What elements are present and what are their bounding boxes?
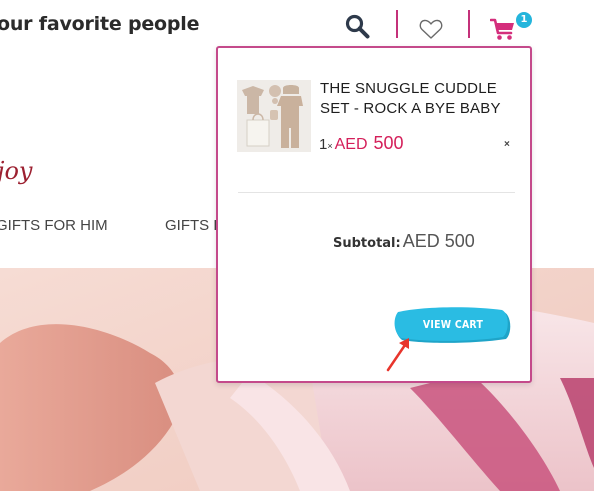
arrow-pointer-icon — [386, 338, 409, 372]
cart-button[interactable] — [489, 16, 518, 42]
cart-icon — [489, 18, 514, 40]
product-name-link[interactable]: THE SNUGGLE CUDDLE SET - ROCK A BYE BABY — [320, 79, 530, 119]
subtotal-row: Subtotal: AED 500 — [333, 231, 475, 252]
cart-count-badge: 1 — [516, 12, 532, 28]
subtotal-label: Subtotal: — [333, 236, 401, 251]
hero-script-text: joy — [0, 157, 33, 185]
wishlist-button[interactable] — [418, 17, 444, 41]
subtotal-value: AED 500 — [402, 231, 475, 251]
remove-item-button[interactable]: × — [504, 139, 510, 150]
search-icon — [345, 14, 370, 39]
heart-icon — [419, 19, 443, 39]
view-cart-label: VIEW CART — [422, 318, 484, 331]
times-sign: × — [327, 141, 333, 151]
product-price: 500 — [373, 133, 404, 153]
product-thumbnail[interactable] — [237, 80, 311, 152]
mini-cart-dropdown: THE SNUGGLE CUDDLE SET - ROCK A BYE BABY… — [216, 46, 532, 383]
search-button[interactable] — [343, 12, 373, 42]
product-quantity-price: 1× AED 500 — [319, 133, 404, 154]
nav-item-gifts-for-her[interactable]: GIFTS F — [165, 217, 223, 234]
header-divider — [468, 10, 470, 38]
header-tagline: our favorite people — [0, 13, 200, 35]
nav-item-gifts-for-him[interactable]: GIFTS FOR HIM — [0, 217, 108, 234]
header-divider — [396, 10, 398, 38]
divider — [238, 192, 515, 193]
product-currency: AED — [334, 136, 368, 153]
